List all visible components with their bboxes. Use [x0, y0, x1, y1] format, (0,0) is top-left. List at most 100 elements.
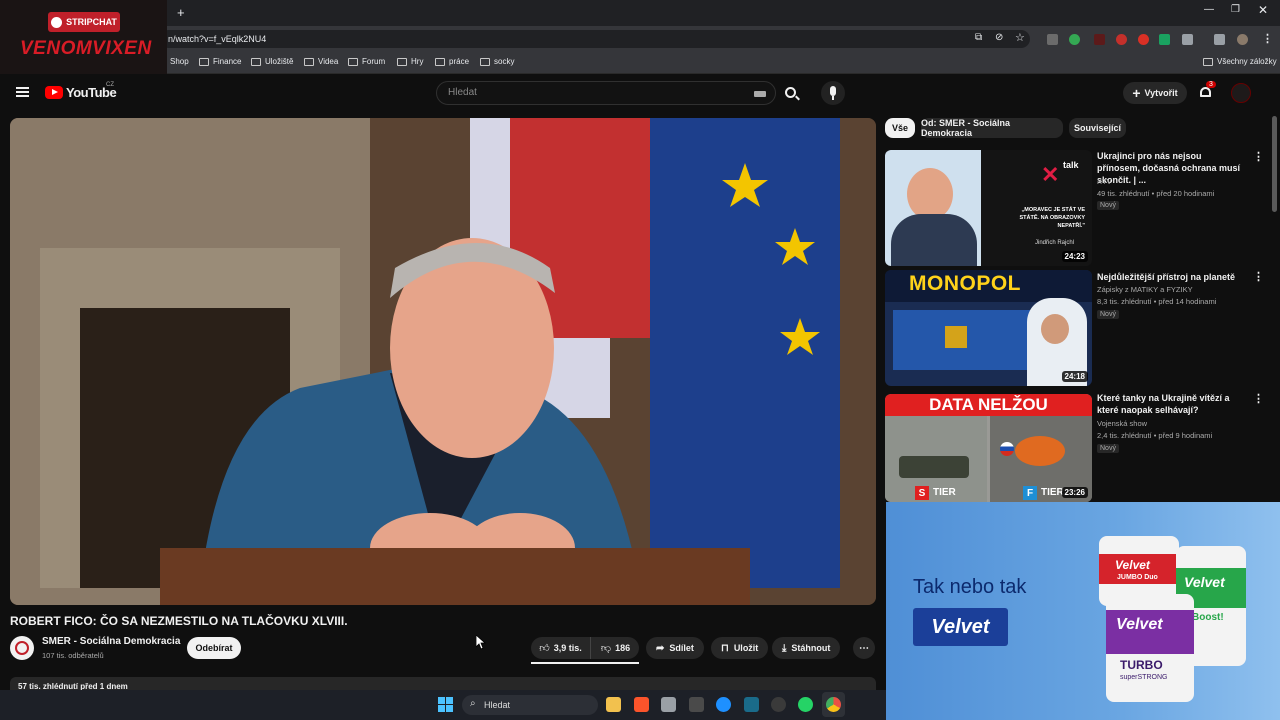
chip-related[interactable]: Související	[1069, 118, 1126, 138]
account-avatar[interactable]	[1231, 83, 1251, 103]
related-meta: 8,3 tis. zhlédnutí • před 14 hodinami	[1097, 297, 1217, 306]
bookmark-hry[interactable]: Hry	[397, 57, 423, 66]
related-thumbnail[interactable]: MONOPOL 24:18	[885, 270, 1092, 386]
extension-icon[interactable]	[1159, 34, 1170, 45]
related-thumbnail[interactable]: DATA NELŽOU S TIER F TIER 23:26	[885, 394, 1092, 502]
search-icon-handle	[795, 95, 800, 101]
subscribe-button[interactable]: Odebírat	[187, 637, 241, 659]
dislike-button[interactable]: 👎︎ 186	[592, 637, 639, 659]
bookmark-videa[interactable]: Videa	[304, 57, 338, 66]
search-button[interactable]	[776, 81, 808, 105]
notifications-button[interactable]: 3	[1199, 81, 1216, 99]
extension-icon[interactable]	[1047, 34, 1058, 45]
app-icon[interactable]	[771, 697, 786, 712]
bookmark-label: Uložiště	[265, 57, 294, 66]
microphone-icon	[830, 86, 836, 96]
keyboard-icon[interactable]	[754, 91, 766, 97]
chip-from-channel[interactable]: Od: SMER - Sociálna Demokracia	[921, 118, 1063, 138]
thumb-banner: DATA NELŽOU	[885, 394, 1092, 416]
browser-menu-icon[interactable]: ⋮	[1262, 32, 1273, 45]
like-ratio-bar	[531, 662, 639, 664]
bookmark-label: socky	[494, 57, 515, 66]
puzzle-icon[interactable]	[1182, 34, 1193, 45]
brave-browser-icon[interactable]	[634, 697, 649, 712]
video-title: ROBERT FICO: ČO SA NEZMESTILO NA TLAČOVK…	[10, 614, 348, 628]
like-button[interactable]: 👍︎ 3,9 tis.	[531, 637, 591, 659]
channel-avatar[interactable]	[10, 636, 34, 660]
thumb-name: Jindřich Rajchl	[1035, 240, 1075, 246]
like-count: 3,9 tis.	[553, 643, 582, 653]
related-channel[interactable]: Zápisky z MATIKY a FYZIKY	[1097, 285, 1193, 294]
share-button[interactable]: ➦ Sdílet	[646, 637, 704, 659]
new-tab-button[interactable]: +	[177, 5, 185, 20]
bookmark-shop[interactable]: Shop	[170, 57, 189, 66]
calculator-icon[interactable]	[661, 697, 676, 712]
cast-icon[interactable]: ⧉	[975, 32, 982, 43]
app-icon[interactable]	[689, 697, 704, 712]
sidebar-scrollbar[interactable]	[1272, 116, 1277, 212]
bookmark-forum[interactable]: Forum	[348, 57, 385, 66]
download-button[interactable]: ⤓ Stáhnout	[772, 637, 841, 659]
bookmark-prace[interactable]: práce	[435, 57, 469, 66]
save-button[interactable]: ⊓ Uložit	[711, 637, 769, 659]
video-frame	[10, 118, 876, 605]
related-meta: 49 tis. zhlédnutí • před 20 hodinami	[1097, 189, 1215, 198]
close-window-icon[interactable]: ✕	[1258, 3, 1268, 17]
bookmark-uloziste[interactable]: Uložiště	[251, 57, 293, 66]
extension-icon[interactable]	[1094, 34, 1105, 45]
whatsapp-icon[interactable]	[798, 697, 813, 712]
menu-icon[interactable]	[16, 87, 29, 97]
related-thumbnail[interactable]: ✕ talk „MORAVEC JE STÁT VE STÁTĚ. NA OBR…	[885, 150, 1092, 266]
all-bookmarks[interactable]: Všechny záložky	[1203, 57, 1277, 66]
create-button[interactable]: + Vytvořit	[1123, 82, 1187, 104]
product-turbo: Velvet TURBO superSTRONG	[1106, 594, 1194, 702]
velvet-advertisement[interactable]: Tak nebo tak Velvet Velvet JUMBO Duo Vel…	[886, 502, 1280, 720]
minimize-icon[interactable]: —	[1204, 4, 1214, 15]
app-icon[interactable]	[744, 697, 759, 712]
star-icon[interactable]: ☆	[1015, 31, 1025, 44]
maximize-icon[interactable]: ❐	[1231, 4, 1240, 15]
related-channel[interactable]: Vojenská show	[1097, 419, 1147, 428]
bookmark-label: Forum	[362, 57, 386, 66]
url-field[interactable]: n/watch?v=f_vEqlk2NU4 ⧉ ⊘ ☆	[160, 30, 1030, 48]
channel-name[interactable]: SMER - Sociálna Demokracia	[42, 636, 180, 647]
folder-icon	[199, 57, 209, 66]
taskbar-search[interactable]: ⌕ Hledat	[462, 695, 598, 715]
address-bar-row: n/watch?v=f_vEqlk2NU4 ⧉ ⊘ ☆	[0, 26, 1280, 52]
download-icon: ⤓	[782, 642, 787, 654]
app-icon[interactable]	[716, 697, 731, 712]
bookmark-socky[interactable]: socky	[480, 57, 514, 66]
extension-icon[interactable]	[1138, 34, 1149, 45]
youtube-logo-icon[interactable]	[45, 86, 63, 99]
more-options-icon[interactable]: ⋮	[1253, 270, 1264, 283]
extension-icon[interactable]	[1116, 34, 1127, 45]
more-options-icon[interactable]: ⋮	[1253, 392, 1264, 405]
chip-all[interactable]: Vše	[885, 118, 915, 138]
file-explorer-icon[interactable]	[606, 697, 621, 712]
related-title[interactable]: Ukrajinci pro nás nejsou přínosem, dočas…	[1097, 150, 1247, 186]
more-actions-icon[interactable]: ⋯	[853, 637, 875, 659]
share-icon: ➦	[656, 642, 665, 654]
related-channel[interactable]: XTV	[1097, 177, 1112, 186]
microphone-button[interactable]	[821, 81, 845, 105]
search-box[interactable]: Hledat	[436, 81, 776, 105]
related-title[interactable]: Které tanky na Ukrajině vítězí a které n…	[1097, 392, 1247, 416]
microphone-stand	[832, 96, 834, 100]
related-title[interactable]: Nejdůležitější přístroj na planetě	[1097, 271, 1247, 283]
video-duration: 24:18	[1061, 371, 1088, 382]
product-name: TURBO	[1120, 658, 1163, 672]
product-name: Boost!	[1192, 612, 1224, 623]
reading-list-icon[interactable]	[1214, 34, 1225, 45]
windows-start-icon[interactable]	[438, 697, 453, 712]
more-options-icon[interactable]: ⋮	[1253, 150, 1264, 163]
extension-icon[interactable]	[1069, 34, 1080, 45]
thumb-quote: „MORAVEC JE STÁT VE STÁTĚ. NA OBRAZOVKY …	[1019, 207, 1086, 229]
video-player[interactable]	[10, 118, 876, 605]
bookmark-finance[interactable]: Finance	[199, 57, 241, 66]
eye-off-icon[interactable]: ⊘	[995, 32, 1003, 43]
profile-avatar[interactable]	[1237, 34, 1248, 45]
description-box[interactable]: 57 tis. zhlédnutí před 1 dnem	[10, 677, 876, 690]
dislike-count: 186	[615, 643, 631, 653]
folder-icon	[251, 57, 261, 66]
thumb-chip	[945, 326, 967, 348]
